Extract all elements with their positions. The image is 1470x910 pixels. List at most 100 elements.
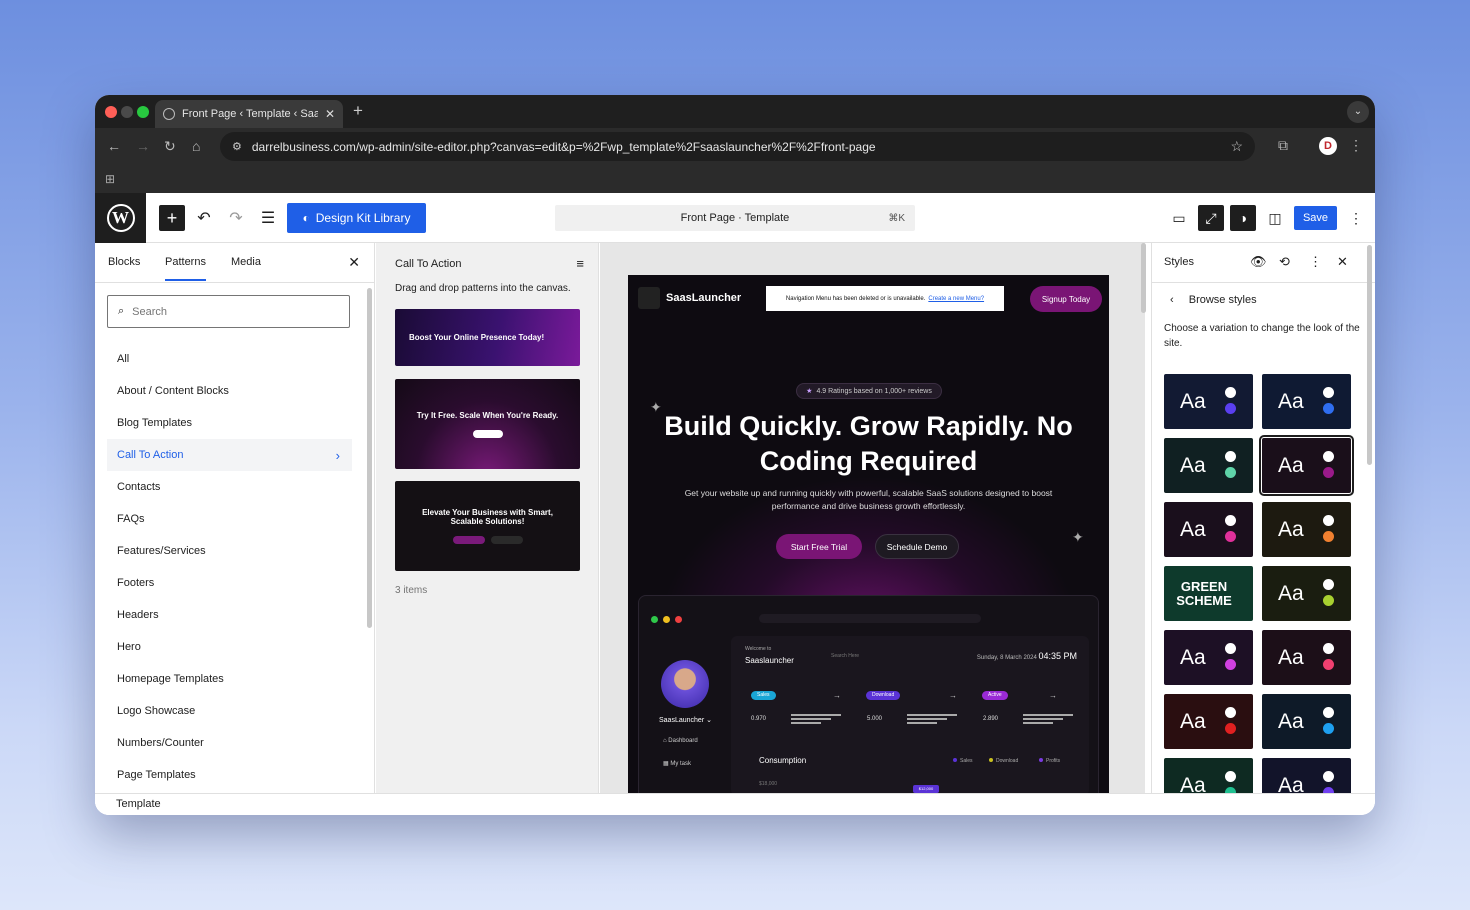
filter-icon[interactable]: ≡ [576,256,584,271]
revisions-icon[interactable]: ⟲ [1279,254,1290,270]
category-numbers[interactable]: Numbers/Counter [107,727,352,759]
zoom-out-icon[interactable]: ⤢ [1198,205,1224,231]
legend-item: Sales [953,758,973,764]
dashboard-sidebar: SaasLauncher ⌄ ⌂ Dashboard ▦ My task [639,636,729,793]
minimize-window-button[interactable] [121,106,133,118]
stat-pill: Active [982,691,1008,700]
scrollbar[interactable] [367,288,372,628]
category-call-to-action[interactable]: Call To Action › [107,439,352,471]
document-title: Front Page · Template [680,212,790,224]
site-preview[interactable]: SaasLauncher Navigation Menu has been de… [628,275,1109,793]
browse-styles-back[interactable]: ‹ Browse styles [1170,294,1269,306]
style-variation-swatch[interactable]: Aa [1164,502,1253,557]
category-contacts[interactable]: Contacts [107,471,352,503]
category-footers[interactable]: Footers [107,567,352,599]
close-tab-icon[interactable]: ✕ [325,107,335,121]
zoom-window-button[interactable] [137,106,149,118]
browser-tab[interactable]: Front Page ‹ Template ‹ Saas ✕ [155,100,343,128]
pattern-card[interactable]: Boost Your Online Presence Today! [395,309,580,366]
profile-avatar[interactable]: D [1319,137,1337,155]
bookmark-star-icon[interactable]: ☆ [1230,138,1243,155]
style-variation-swatch[interactable]: Aa [1164,374,1253,429]
dashboard-mockup: SaasLauncher ⌄ ⌂ Dashboard ▦ My task Wel… [638,595,1099,793]
block-inserter-button[interactable]: + [159,205,185,231]
site-logo[interactable]: SaasLauncher [638,287,741,309]
create-menu-link[interactable]: Create a new Menu? [928,296,984,302]
window-dot [663,616,670,623]
category-hero[interactable]: Hero [107,631,352,663]
hero-headline: Build Quickly. Grow Rapidly. No Coding R… [664,411,1073,476]
new-tab-button[interactable]: + [353,101,363,121]
category-headers[interactable]: Headers [107,599,352,631]
site-info-icon[interactable]: ⚙ [232,140,242,153]
reload-icon[interactable]: ↻ [164,138,176,155]
tab-patterns[interactable]: Patterns [165,256,206,281]
signup-button[interactable]: Signup Today [1030,286,1102,312]
pattern-search-input[interactable]: ⌕ Search [107,295,350,328]
undo-icon[interactable]: ↶ [191,205,217,231]
styles-icon[interactable]: ◑ [1230,205,1256,231]
address-bar[interactable]: ⚙ darrelbusiness.com/wp-admin/site-edito… [220,132,1255,161]
style-variation-swatch[interactable]: Aa [1164,438,1253,493]
logo-text: SaasLauncher [666,292,742,304]
style-variation-swatch[interactable]: GREEN SCHEME [1164,566,1253,621]
extensions-icon[interactable]: ⧉ [1278,137,1288,154]
inserter-tabs: Blocks Patterns Media ✕ [95,243,374,283]
color-dots [1225,643,1236,675]
dashboard-user: SaasLauncher ⌄ [659,717,712,724]
style-variation-swatch[interactable]: Aa [1164,630,1253,685]
style-variation-swatch[interactable]: Aa [1164,694,1253,749]
document-overview-icon[interactable]: ☰ [255,205,281,231]
editor-canvas: SaasLauncher Navigation Menu has been de… [600,243,1145,793]
tab-title: Front Page ‹ Template ‹ Saas [182,108,318,120]
settings-sidebar-icon[interactable]: ◫ [1262,205,1288,231]
home-icon[interactable]: ⌂ [192,138,200,154]
close-styles-icon[interactable]: ✕ [1337,254,1348,270]
redo-icon[interactable]: ↷ [223,205,249,231]
more-options-icon[interactable]: ⋮ [1309,254,1322,270]
close-window-button[interactable] [105,106,117,118]
notice-text: Navigation Menu has been deleted or is u… [785,295,926,302]
category-homepage-templates[interactable]: Homepage Templates [107,663,352,695]
category-logo-showcase[interactable]: Logo Showcase [107,695,352,727]
pattern-card[interactable]: Try It Free. Scale When You're Ready. [395,379,580,469]
style-variation-swatch[interactable]: Aa [1262,566,1351,621]
command-palette-button[interactable]: Front Page · Template ⌘K [555,205,915,231]
style-variation-swatch[interactable]: Aa [1259,435,1354,496]
tab-blocks[interactable]: Blocks [108,256,140,268]
device-preview-icon[interactable]: ▭ [1166,205,1192,231]
options-menu-icon[interactable]: ⋮ [1343,205,1369,231]
category-blog-templates[interactable]: Blog Templates [107,407,352,439]
start-free-trial-button[interactable]: Start Free Trial [776,534,862,559]
forward-arrow-icon[interactable]: → [136,138,150,154]
tab-media[interactable]: Media [231,256,261,268]
back-arrow-icon[interactable]: ← [107,138,121,154]
wordpress-logo-button[interactable]: W [95,193,146,243]
style-variation-swatch[interactable]: Aa [1262,694,1351,749]
style-variation-swatch[interactable]: Aa [1262,374,1351,429]
save-button[interactable]: Save [1294,206,1337,230]
hero-subtext: Get your website up and running quickly … [684,488,1053,511]
category-features[interactable]: Features/Services [107,535,352,567]
stat-bars [1023,714,1073,726]
design-kit-library-button[interactable]: ◐ Design Kit Library [287,203,426,233]
canvas-scrollbar[interactable] [1141,243,1146,313]
color-dots [1323,643,1334,675]
eye-icon[interactable]: 👁 [1250,254,1267,270]
apps-grid-icon[interactable]: ⊞ [105,172,115,186]
category-all[interactable]: All [107,343,352,375]
color-dots [1323,451,1334,483]
pattern-card[interactable]: Elevate Your Business with Smart, Scalab… [395,481,580,571]
browser-menu-icon[interactable]: ⋮ [1349,137,1363,154]
style-variation-swatch[interactable]: Aa [1262,502,1351,557]
swatch-sample-text: Aa [1278,645,1304,669]
category-about[interactable]: About / Content Blocks [107,375,352,407]
tab-search-button[interactable]: ⌄ [1347,101,1369,123]
schedule-demo-button[interactable]: Schedule Demo [875,534,959,559]
style-variation-swatch[interactable]: Aa [1262,630,1351,685]
category-faqs[interactable]: FAQs [107,503,352,535]
close-inserter-icon[interactable]: ✕ [348,254,360,271]
swatch-sample-text: Aa [1180,645,1206,669]
styles-scrollbar[interactable] [1367,245,1372,465]
category-page-templates[interactable]: Page Templates [107,759,352,791]
